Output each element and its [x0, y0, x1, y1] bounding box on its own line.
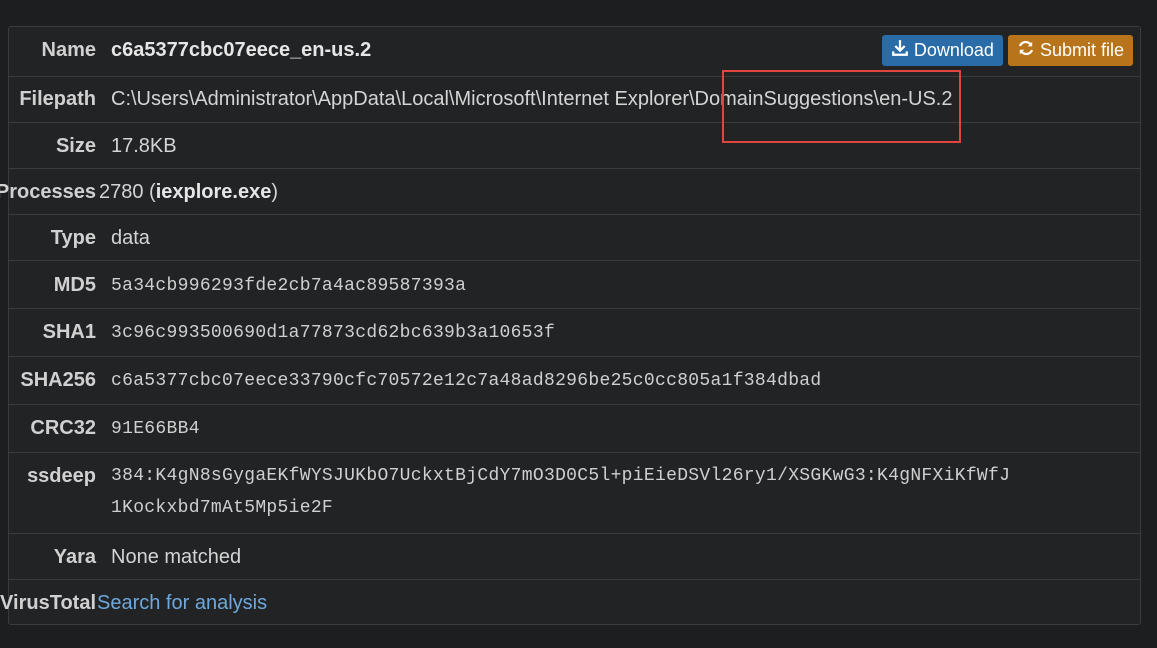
value-yara: None matched [111, 546, 242, 568]
virustotal-search-link[interactable]: Search for analysis [97, 592, 1140, 615]
submit-label: Submit file [1039, 40, 1124, 60]
download-button[interactable]: Download [881, 35, 1003, 66]
file-details-panel: Name c6a5377cbc07eece_en-us.2 Download S… [0, 26, 1141, 625]
label-sha1: SHA1 [42, 321, 96, 343]
label-md5: MD5 [53, 274, 96, 296]
label-type: Type [50, 227, 96, 249]
ssdeep-line-1: 384:K4gN8sGygaEKfWYSJUKbO7UckxtBjCdY7mO3… [111, 466, 1011, 486]
value-size: 17.8KB [111, 135, 177, 157]
process-pid: 2780 ( [99, 181, 156, 203]
value-md5: 5a34cb996293fde2cb7a4ac89587393a [111, 276, 467, 296]
row-md5: MD5 5a34cb996293fde2cb7a4ac89587393a [9, 260, 1140, 308]
submit-file-button[interactable]: Submit file [1007, 35, 1133, 66]
label-crc32: CRC32 [30, 417, 96, 439]
value-type: data [111, 227, 150, 249]
label-name: Name [41, 39, 96, 61]
row-type: Type data [9, 214, 1140, 260]
value-ssdeep: 384:K4gN8sGygaEKfWYSJUKbO7UckxtBjCdY7mO3… [111, 458, 1140, 524]
process-close: ) [271, 181, 279, 203]
row-processes: Processes 2780 (iexplore.exe) [0, 168, 1140, 214]
value-sha256: c6a5377cbc07eece33790cfc70572e12c7a48ad8… [111, 371, 822, 391]
label-size: Size [55, 135, 96, 157]
process-name: iexplore.exe [155, 181, 272, 203]
row-ssdeep: ssdeep 384:K4gN8sGygaEKfWYSJUKbO7UckxtBj… [9, 452, 1140, 533]
row-yara: Yara None matched [9, 533, 1140, 579]
row-name: Name c6a5377cbc07eece_en-us.2 Download S… [9, 27, 1140, 76]
label-virustotal: VirusTotal [0, 592, 96, 614]
value-sha1: 3c96c993500690d1a77873cd62bc639b3a10653f [111, 323, 556, 343]
value-filepath: C:\Users\Administrator\AppData\Local\Mic… [111, 88, 953, 110]
label-filepath: Filepath [19, 88, 96, 110]
label-ssdeep: ssdeep [27, 465, 96, 487]
row-crc32: CRC32 91E66BB4 [9, 404, 1140, 452]
action-buttons: Download Submit file [881, 35, 1133, 66]
row-size: Size 17.8KB [9, 122, 1140, 168]
label-sha256: SHA256 [20, 369, 96, 391]
row-sha1: SHA1 3c96c993500690d1a77873cd62bc639b3a1… [9, 308, 1140, 356]
download-icon [891, 39, 909, 62]
row-filepath: Filepath C:\Users\Administrator\AppData\… [9, 76, 1140, 122]
label-yara: Yara [53, 546, 96, 568]
ssdeep-line-2: 1Kockxbd7mAt5Mp5ie2F [111, 498, 334, 518]
download-label: Download [913, 40, 994, 60]
label-processes: Processes [0, 181, 96, 203]
row-sha256: SHA256 c6a5377cbc07eece33790cfc70572e12c… [9, 356, 1140, 404]
value-processes: 2780 (iexplore.exe) [99, 181, 1140, 204]
refresh-icon [1017, 39, 1035, 62]
row-virustotal: VirusTotal Search for analysis [0, 579, 1140, 624]
highlight-annotation-box [722, 70, 961, 143]
value-crc32: 91E66BB4 [111, 419, 200, 439]
